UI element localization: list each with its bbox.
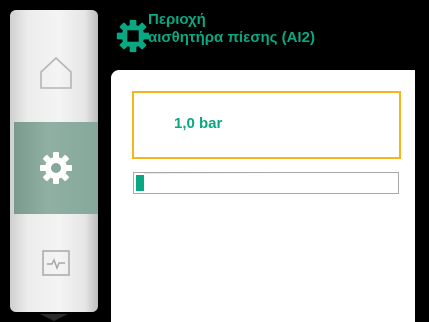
range-progress-bar: [133, 172, 399, 194]
gear-icon: [116, 19, 150, 53]
page-title: Περιοχή αισθητήρα πίεσης (AI2): [148, 11, 315, 47]
scroll-down-indicator[interactable]: [34, 310, 74, 322]
value-field[interactable]: 1,0 bar: [132, 91, 401, 159]
page-title-line2: αισθητήρα πίεσης (AI2): [148, 29, 315, 46]
page-title-line1: Περιοχή: [148, 11, 206, 28]
progress-fill: [136, 175, 144, 191]
nav-settings-button[interactable]: [14, 122, 98, 214]
nav-home-button[interactable]: [14, 30, 98, 115]
gear-icon: [40, 152, 72, 184]
value-text: 1,0 bar: [174, 115, 223, 132]
chevron-down-icon: [40, 314, 68, 321]
diagnostics-icon: [42, 250, 70, 276]
progress-track-shade: [144, 173, 284, 174]
side-navigation: [0, 0, 100, 322]
nav-diagnostics-button[interactable]: [14, 222, 98, 304]
home-icon: [40, 56, 72, 89]
